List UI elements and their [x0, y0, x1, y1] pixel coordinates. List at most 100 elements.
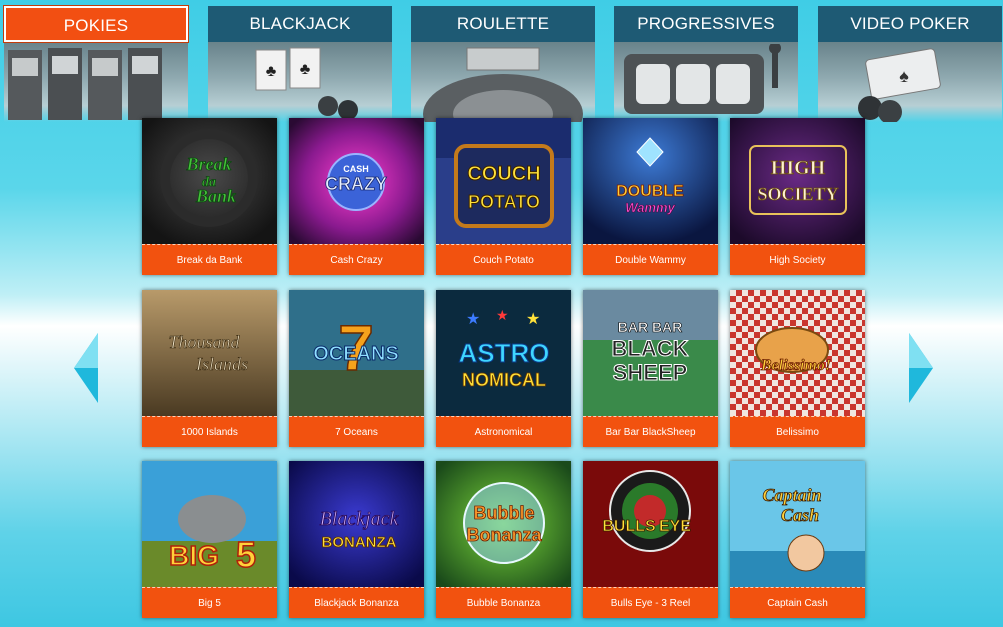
game-art: Thousand Islands [142, 290, 277, 416]
game-art: DOUBLE Wammy [583, 118, 718, 244]
svg-text:SOCIETY: SOCIETY [757, 184, 838, 204]
svg-text:♣: ♣ [266, 63, 277, 80]
svg-text:★: ★ [526, 311, 540, 328]
svg-text:★: ★ [466, 311, 480, 328]
game-title: Astronomical [436, 416, 571, 447]
game-art: BAR BAR BLACK SHEEP [583, 290, 718, 416]
svg-text:Bubble: Bubble [474, 503, 535, 523]
next-page-button[interactable] [907, 333, 933, 403]
svg-text:ASTRO: ASTRO [459, 338, 550, 368]
game-art: Break da Bank [142, 118, 277, 244]
game-art: BIG 5 [142, 461, 277, 587]
roulette-wheel-image [423, 47, 583, 122]
tab-blackjack-label: BLACKJACK [208, 6, 392, 42]
tab-progressives[interactable]: PROGRESSIVES [614, 0, 798, 125]
svg-text:BLACK: BLACK [612, 336, 689, 361]
tab-video-poker-label: VIDEO POKER [818, 6, 1002, 42]
tab-progressives-label: PROGRESSIVES [614, 6, 798, 42]
game-tile-blackjack-bonanza[interactable]: Blackjack BONANZA Blackjack Bonanza [289, 461, 424, 618]
svg-text:Belissimo!: Belissimo! [760, 357, 831, 374]
game-title: Belissimo [730, 416, 865, 447]
svg-text:BIG: BIG [169, 540, 219, 571]
svg-text:Thousand: Thousand [168, 332, 240, 352]
game-tile-belissimo[interactable]: Belissimo! Belissimo [730, 290, 865, 447]
game-title: Bubble Bonanza [436, 587, 571, 618]
svg-text:BAR BAR: BAR BAR [618, 319, 683, 335]
game-title: Double Wammy [583, 244, 718, 275]
svg-text:NOMICAL: NOMICAL [462, 370, 546, 390]
svg-text:Blackjack: Blackjack [320, 508, 400, 530]
arrow-right-icon [909, 333, 933, 403]
slot-machines-image [8, 48, 162, 120]
game-title: Big 5 [142, 587, 277, 618]
svg-text:★: ★ [496, 307, 509, 323]
tab-blackjack[interactable]: ♣ ♣ BLACKJACK [208, 0, 392, 125]
game-title: Break da Bank [142, 244, 277, 275]
game-title: High Society [730, 244, 865, 275]
game-title: Captain Cash [730, 587, 865, 618]
previous-page-button[interactable] [74, 333, 100, 403]
svg-text:OCEANS: OCEANS [313, 343, 399, 365]
game-art: CASH CRAZY [289, 118, 424, 244]
tab-video-poker[interactable]: ♠ VIDEO POKER [818, 0, 1002, 125]
slot-reels-image [624, 44, 781, 114]
game-title: Bulls Eye - 3 Reel [583, 587, 718, 618]
svg-text:Break: Break [186, 154, 232, 174]
svg-text:♣: ♣ [300, 61, 311, 78]
game-tile-high-society[interactable]: HIGH SOCIETY High Society [730, 118, 865, 275]
svg-text:POTATO: POTATO [468, 192, 540, 212]
game-art: BULLS EYE [583, 461, 718, 587]
svg-text:BULLS: BULLS [602, 518, 656, 535]
cards-chips-image: ♠ [858, 48, 941, 122]
playing-cards-image: ♣ ♣ [255, 47, 358, 120]
game-art: 7 OCEANS [289, 290, 424, 416]
game-title: Bar Bar BlackSheep [583, 416, 718, 447]
arrow-left-icon [74, 333, 98, 403]
game-tile-7-oceans[interactable]: 7 OCEANS 7 Oceans [289, 290, 424, 447]
svg-text:COUCH: COUCH [467, 163, 540, 185]
game-title: Blackjack Bonanza [289, 587, 424, 618]
game-title: Cash Crazy [289, 244, 424, 275]
game-art: Blackjack BONANZA [289, 461, 424, 587]
svg-text:Cash: Cash [781, 505, 819, 525]
tab-pokies[interactable]: POKIES [3, 0, 189, 125]
game-tile-bubble-bonanza[interactable]: Bubble Bonanza Bubble Bonanza [436, 461, 571, 618]
game-tile-bulls-eye-3-reel[interactable]: BULLS EYE Bulls Eye - 3 Reel [583, 461, 718, 618]
game-tile-1000-islands[interactable]: Thousand Islands 1000 Islands [142, 290, 277, 447]
svg-text:Islands: Islands [195, 354, 248, 374]
game-tile-big-5[interactable]: BIG 5 Big 5 [142, 461, 277, 618]
game-art: Belissimo! [730, 290, 865, 416]
svg-text:Bonanza: Bonanza [466, 525, 542, 545]
game-title: Couch Potato [436, 244, 571, 275]
game-art: ★ ★ ★ ASTRO NOMICAL [436, 290, 571, 416]
svg-text:Wammy: Wammy [625, 200, 675, 215]
game-tile-break-da-bank[interactable]: Break da Bank Break da Bank [142, 118, 277, 275]
tab-roulette[interactable]: ROULETTE [411, 0, 595, 125]
game-art: Bubble Bonanza [436, 461, 571, 587]
game-tile-bar-bar-blacksheep[interactable]: BAR BAR BLACK SHEEP Bar Bar BlackSheep [583, 290, 718, 447]
svg-text:BONANZA: BONANZA [322, 534, 397, 551]
svg-text:EYE: EYE [659, 518, 691, 535]
game-art: HIGH SOCIETY [730, 118, 865, 244]
svg-text:DOUBLE: DOUBLE [616, 183, 684, 200]
category-tabs: POKIES ♣ ♣ BLACKJACK ROULETTE PROGRESSIV… [0, 0, 1003, 125]
game-art: COUCH POTATO [436, 118, 571, 244]
svg-text:HIGH: HIGH [771, 157, 826, 179]
game-tile-cash-crazy[interactable]: CASH CRAZY Cash Crazy [289, 118, 424, 275]
game-tile-captain-cash[interactable]: Captain Cash Captain Cash [730, 461, 865, 618]
svg-text:Bank: Bank [195, 186, 236, 206]
svg-text:CRAZY: CRAZY [325, 174, 387, 194]
game-title: 7 Oceans [289, 416, 424, 447]
game-title: 1000 Islands [142, 416, 277, 447]
tab-pokies-label: POKIES [3, 5, 189, 43]
game-art: Captain Cash [730, 461, 865, 587]
svg-text:5: 5 [236, 534, 256, 575]
svg-text:♠: ♠ [899, 66, 909, 86]
svg-text:SHEEP: SHEEP [613, 360, 688, 385]
tab-roulette-label: ROULETTE [411, 6, 595, 42]
game-tile-astronomical[interactable]: ★ ★ ★ ASTRO NOMICAL Astronomical [436, 290, 571, 447]
game-tile-double-wammy[interactable]: DOUBLE Wammy Double Wammy [583, 118, 718, 275]
game-tile-couch-potato[interactable]: COUCH POTATO Couch Potato [436, 118, 571, 275]
svg-text:Captain: Captain [762, 485, 821, 505]
svg-text:CASH: CASH [343, 164, 369, 174]
